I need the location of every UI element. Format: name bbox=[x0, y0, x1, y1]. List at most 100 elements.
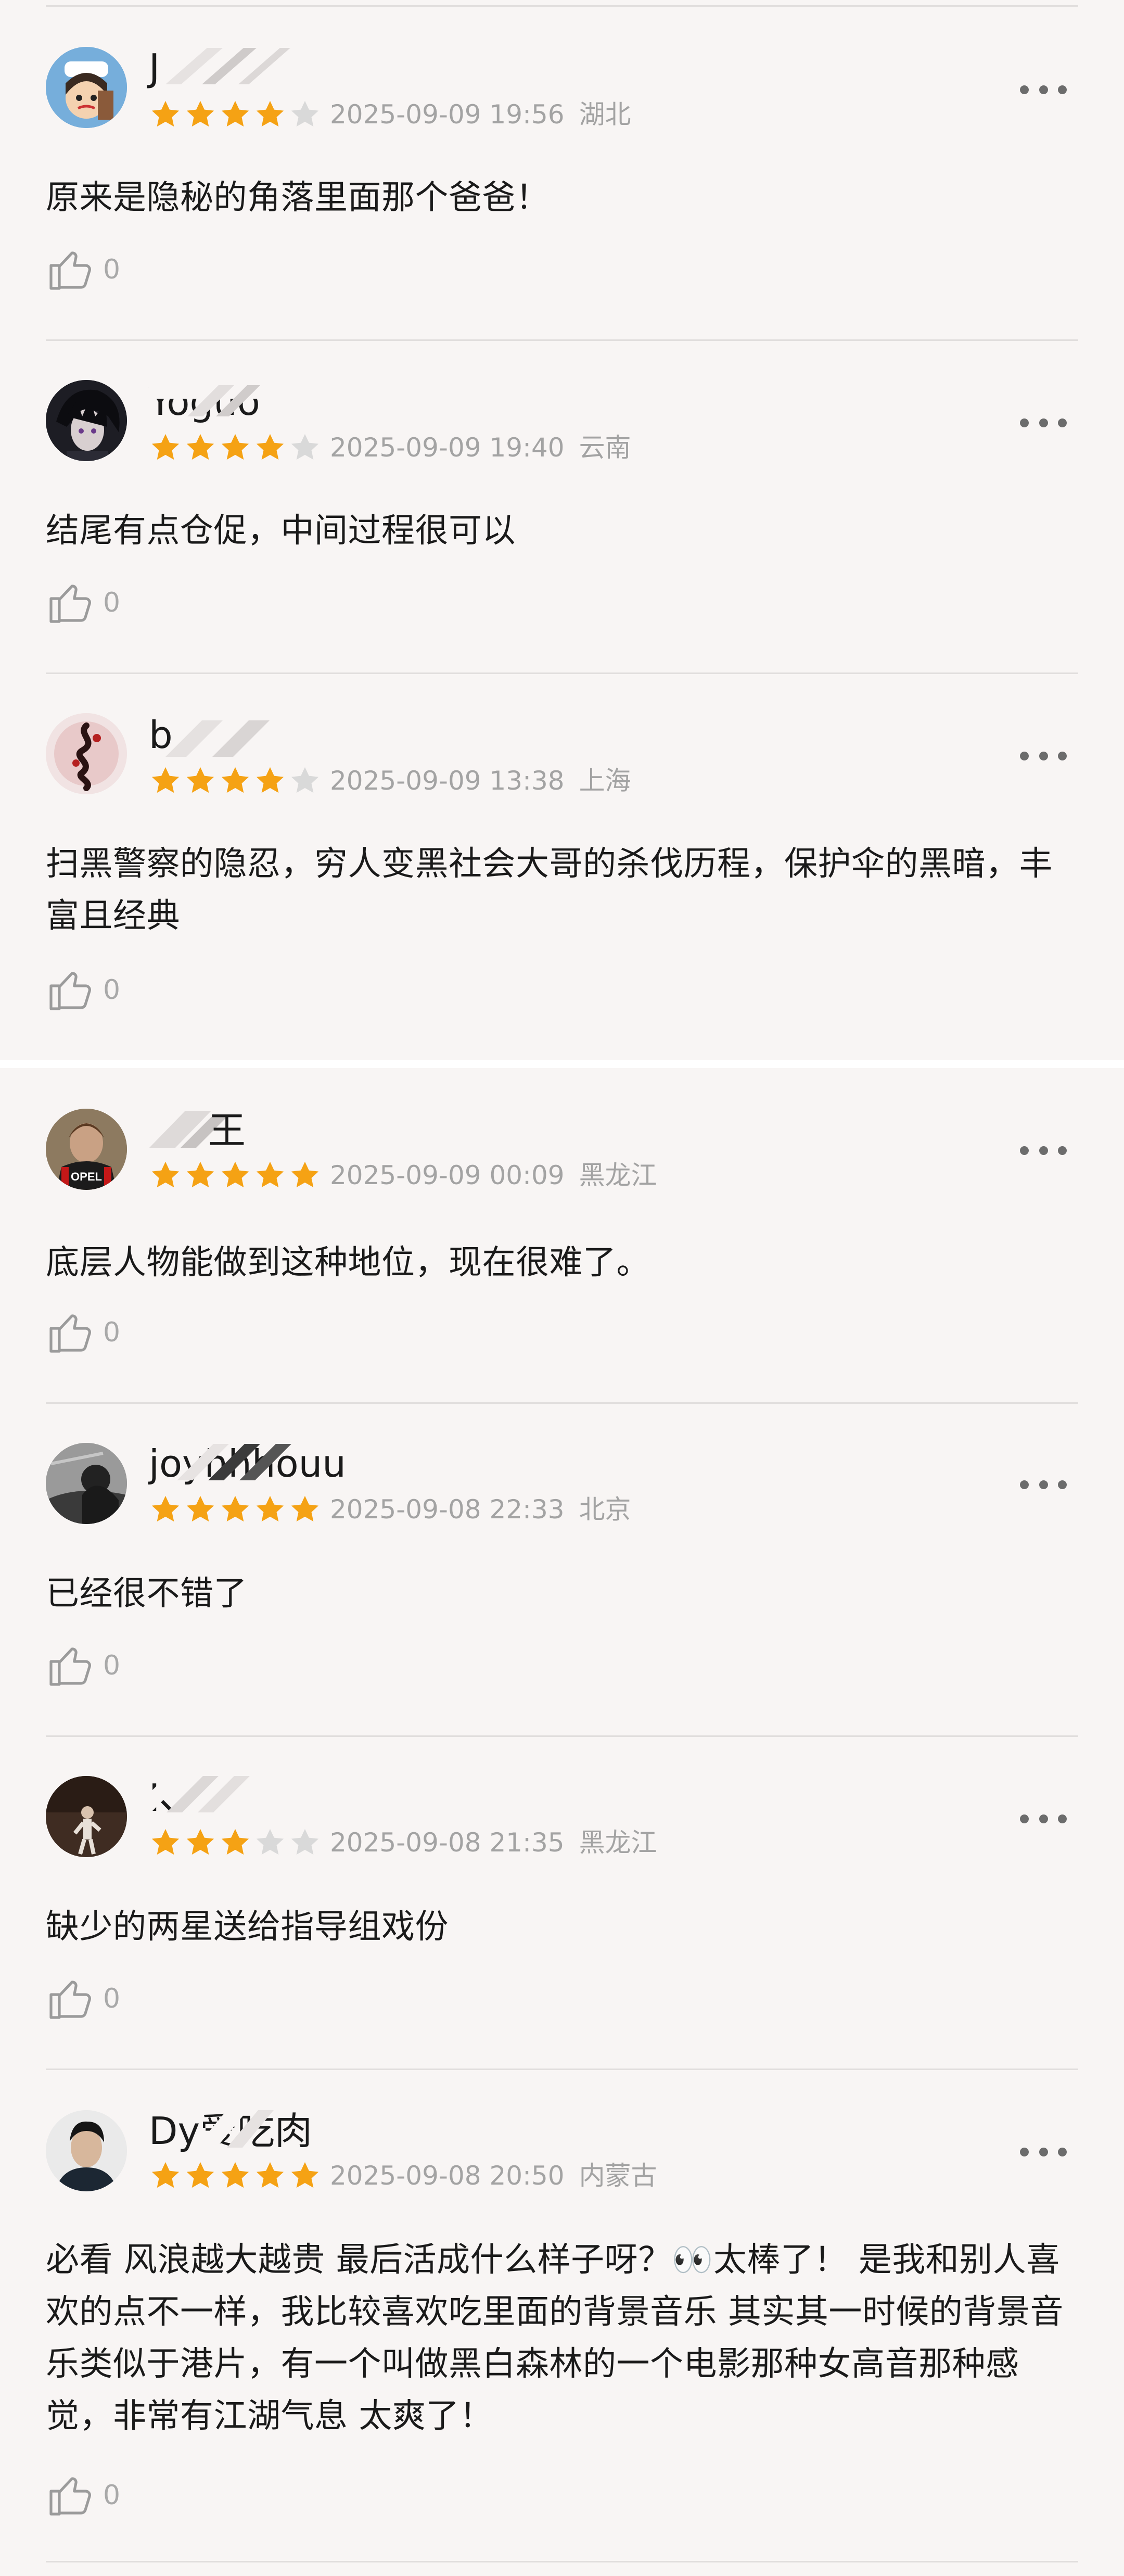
rating-stars bbox=[149, 1159, 322, 1192]
star-filled-icon bbox=[186, 767, 214, 793]
like-button[interactable]: 0 bbox=[46, 2469, 120, 2521]
star-filled-icon bbox=[186, 2162, 214, 2188]
avatar[interactable] bbox=[46, 1776, 127, 1857]
review-text: 已经很不错了 bbox=[46, 1575, 247, 1613]
avatar[interactable] bbox=[46, 380, 127, 461]
thumbs-up-icon bbox=[49, 1314, 91, 1353]
rating-stars bbox=[149, 1826, 322, 1859]
star-filled-icon bbox=[221, 100, 249, 127]
star-filled-icon bbox=[151, 1829, 180, 1855]
username-redaction bbox=[196, 2110, 274, 2148]
panel-separator bbox=[0, 1060, 1124, 1068]
rating-stars bbox=[149, 98, 322, 131]
review-text: 底层人物能做到这种地位，现在很难了。 bbox=[46, 1243, 650, 1282]
rating-stars bbox=[149, 764, 322, 797]
like-button[interactable]: 0 bbox=[46, 1640, 120, 1692]
review-meta: 2025-09-09 19:40 云南 bbox=[330, 431, 631, 464]
star-filled-icon bbox=[291, 2162, 319, 2188]
more-dots-icon[interactable] bbox=[1020, 79, 1067, 100]
review-date: 2025-09-08 20:50 bbox=[330, 2161, 565, 2191]
review-date: 2025-09-08 21:35 bbox=[330, 1828, 565, 1858]
divider bbox=[46, 672, 1078, 674]
like-button[interactable]: 0 bbox=[46, 577, 120, 629]
more-dots-icon[interactable] bbox=[1020, 1474, 1067, 1495]
star-filled-icon bbox=[256, 100, 284, 127]
like-count: 0 bbox=[103, 2480, 121, 2511]
star-filled-icon bbox=[151, 767, 180, 793]
like-count: 0 bbox=[103, 974, 121, 1006]
review-meta: 2025-09-08 21:35 黑龙江 bbox=[330, 1826, 657, 1859]
review-text: 结尾有点仓促，中间过程很可以 bbox=[46, 512, 516, 550]
divider bbox=[46, 1402, 1078, 1404]
more-dots-icon[interactable] bbox=[1020, 745, 1067, 766]
star-filled-icon bbox=[186, 100, 214, 127]
like-count: 0 bbox=[103, 254, 121, 285]
star-filled-icon bbox=[221, 1495, 249, 1522]
star-filled-icon bbox=[151, 1495, 180, 1522]
star-filled-icon bbox=[291, 1495, 319, 1522]
username[interactable]: 王 bbox=[208, 1110, 246, 1151]
like-button[interactable]: 0 bbox=[46, 244, 120, 296]
like-count: 0 bbox=[103, 1983, 121, 2014]
thumbs-up-icon bbox=[49, 1981, 91, 2019]
divider bbox=[46, 1735, 1078, 1737]
avatar[interactable] bbox=[46, 2110, 127, 2191]
thumbs-up-icon bbox=[49, 972, 91, 1010]
review-meta: 2025-09-09 19:56 湖北 bbox=[330, 98, 631, 131]
star-filled-icon bbox=[256, 2162, 284, 2188]
avatar[interactable]: OPEL bbox=[46, 1109, 127, 1190]
avatar[interactable] bbox=[46, 713, 127, 794]
star-filled-icon bbox=[221, 1161, 249, 1188]
username[interactable]: J bbox=[149, 47, 160, 88]
review-meta: 2025-09-09 13:38 上海 bbox=[330, 764, 631, 797]
review-location: 黑龙江 bbox=[579, 1160, 657, 1190]
divider bbox=[46, 5, 1078, 7]
review-location: 云南 bbox=[579, 433, 631, 463]
divider bbox=[46, 2561, 1078, 2562]
more-dots-icon[interactable] bbox=[1020, 1140, 1067, 1161]
more-dots-icon[interactable] bbox=[1020, 1808, 1067, 1829]
more-dots-icon[interactable] bbox=[1020, 412, 1067, 433]
like-count: 0 bbox=[103, 587, 121, 618]
review-location: 黑龙江 bbox=[579, 1828, 657, 1858]
like-button[interactable]: 0 bbox=[46, 1973, 120, 2025]
review-date: 2025-09-09 00:09 bbox=[330, 1160, 565, 1190]
svg-text:OPEL: OPEL bbox=[71, 1170, 102, 1183]
review-text: 原来是隐秘的角落里面那个爸爸！ bbox=[46, 179, 550, 217]
thumbs-up-icon bbox=[49, 2477, 91, 2516]
star-filled-icon bbox=[186, 1161, 214, 1188]
username-redaction bbox=[165, 48, 290, 84]
like-button[interactable]: 0 bbox=[46, 964, 120, 1016]
star-empty-icon bbox=[291, 100, 319, 127]
avatar[interactable] bbox=[46, 47, 127, 128]
star-filled-icon bbox=[291, 1161, 319, 1188]
star-filled-icon bbox=[151, 1161, 180, 1188]
review-location: 上海 bbox=[579, 766, 631, 796]
star-empty-icon bbox=[256, 1829, 284, 1855]
star-filled-icon bbox=[256, 1161, 284, 1188]
review-date: 2025-09-09 19:40 bbox=[330, 433, 565, 463]
review-date: 2025-09-08 22:33 bbox=[330, 1494, 565, 1525]
star-filled-icon bbox=[221, 767, 249, 793]
username-redaction bbox=[187, 385, 260, 416]
review-meta: 2025-09-08 20:50 内蒙古 bbox=[330, 2159, 657, 2192]
rating-stars bbox=[149, 1493, 322, 1526]
star-filled-icon bbox=[186, 1495, 214, 1522]
rating-stars bbox=[149, 2159, 322, 2192]
rating-stars bbox=[149, 431, 322, 464]
star-empty-icon bbox=[291, 1829, 319, 1855]
review-text: 必看 风浪越大越贵 最后活成什么样子呀？👀太棒了！ 是我和别人喜欢的点不一样，我… bbox=[46, 2241, 1064, 2435]
review-location: 内蒙古 bbox=[579, 2161, 657, 2191]
like-button[interactable]: 0 bbox=[46, 1306, 120, 1359]
more-dots-icon[interactable] bbox=[1020, 2141, 1067, 2162]
review-location: 北京 bbox=[579, 1494, 631, 1525]
star-filled-icon bbox=[186, 1829, 214, 1855]
divider bbox=[46, 339, 1078, 341]
review-meta: 2025-09-08 22:33 北京 bbox=[330, 1493, 631, 1526]
avatar[interactable] bbox=[46, 1443, 127, 1524]
star-filled-icon bbox=[256, 767, 284, 793]
star-empty-icon bbox=[291, 767, 319, 793]
thumbs-up-icon bbox=[49, 251, 91, 290]
star-filled-icon bbox=[221, 1829, 249, 1855]
review-location: 湖北 bbox=[579, 99, 631, 130]
